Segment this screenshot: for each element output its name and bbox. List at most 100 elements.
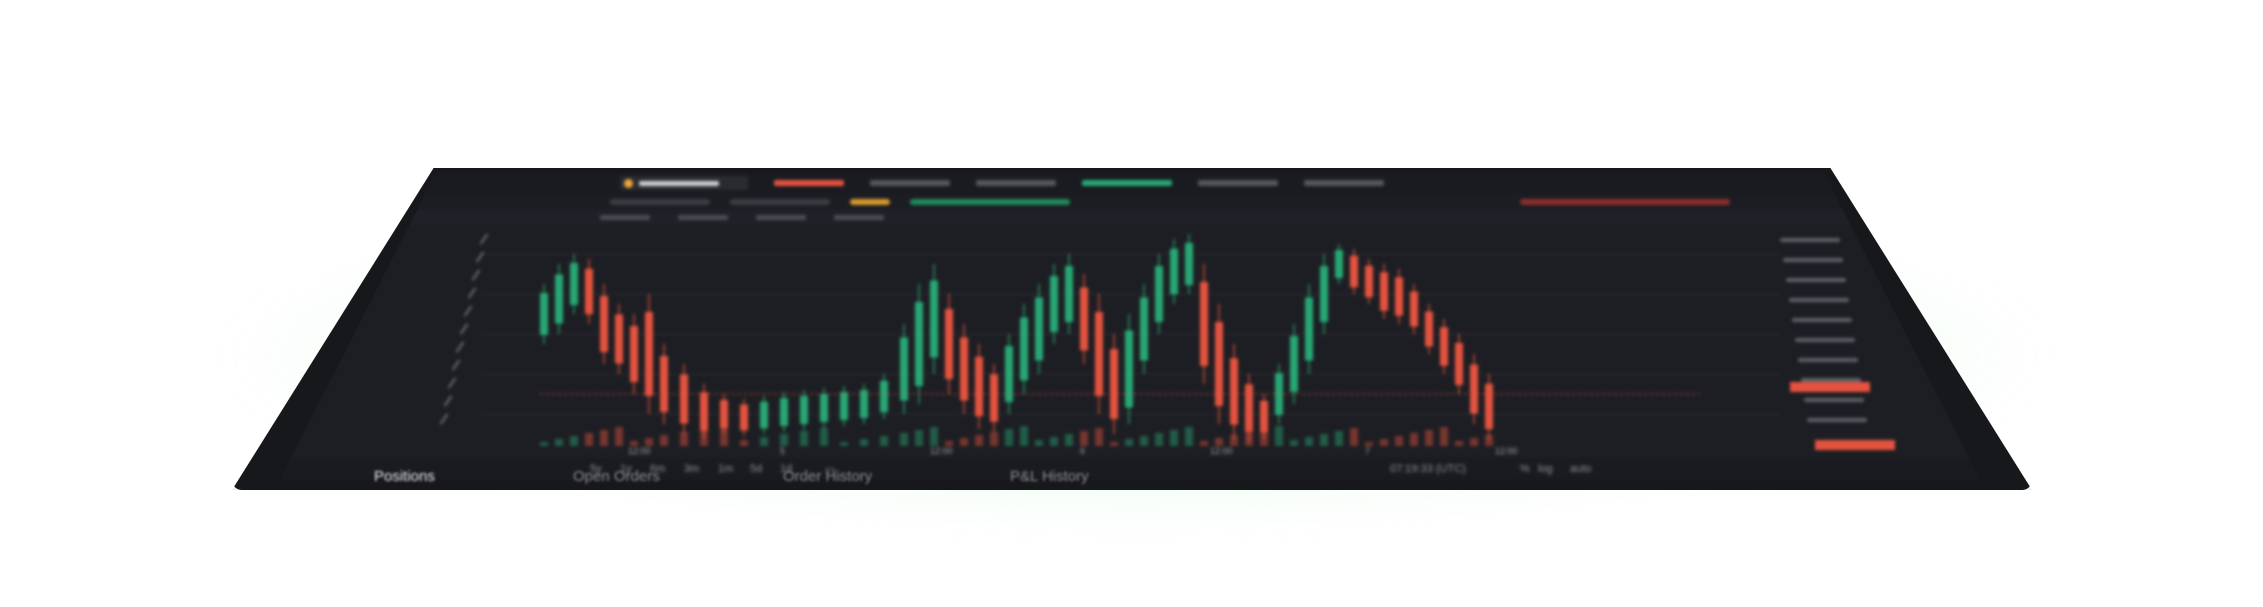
price-tick: [1789, 298, 1849, 302]
interval-button[interactable]: [600, 214, 650, 220]
candle-body: [1290, 336, 1298, 392]
time-tick: 6: [1080, 446, 1086, 456]
stat-high: [976, 180, 1056, 186]
volume-bar: [645, 438, 653, 446]
last-price-tag: [1790, 382, 1870, 392]
crosshair-icon[interactable]: [479, 233, 489, 245]
candle-body: [570, 263, 578, 305]
candle-body: [1215, 322, 1223, 406]
candle-body: [700, 392, 708, 431]
volume-bar: [800, 431, 808, 446]
templates-button[interactable]: [834, 214, 884, 220]
time-tick: 12:00: [930, 446, 953, 456]
tab-order-history[interactable]: Order History: [783, 468, 872, 485]
candle-body: [1485, 383, 1493, 430]
candle-body: [900, 337, 908, 401]
candle-body: [880, 380, 888, 413]
candle-body: [1080, 287, 1088, 351]
price-tick: [1792, 318, 1852, 322]
volume-bar: [1020, 426, 1028, 446]
candle-body: [930, 280, 938, 358]
text-icon[interactable]: [463, 305, 473, 317]
zoom-icon[interactable]: [451, 359, 461, 371]
stat-turnover: [1304, 180, 1384, 186]
volume-bar: [1125, 439, 1133, 446]
brush-icon[interactable]: [467, 287, 477, 299]
candle-body: [720, 400, 728, 428]
tab-open-orders[interactable]: Open Orders: [573, 468, 660, 485]
volume-bar: [1215, 438, 1223, 446]
stat-low: [1082, 180, 1172, 186]
candle-body: [1170, 248, 1178, 295]
pair-selector[interactable]: [620, 176, 748, 190]
tab-depth[interactable]: [730, 199, 830, 205]
price-tick: [1804, 398, 1864, 402]
volume-bar: [600, 430, 608, 446]
candle-body: [1305, 297, 1313, 361]
candle-body: [1230, 358, 1238, 425]
volume-bar: [1440, 427, 1448, 446]
candle-body: [1095, 312, 1103, 396]
volume-bar: [960, 438, 968, 446]
candle-body: [585, 268, 593, 315]
volume-bar: [1050, 437, 1058, 446]
candle-body: [1260, 400, 1268, 433]
chart-subheader: [280, 194, 1980, 210]
candle-body: [1155, 266, 1163, 322]
trendline-icon[interactable]: [475, 251, 485, 263]
volume-bar: [900, 433, 908, 446]
bottom-tabs: Positions Open Orders Order History P&L …: [0, 468, 2263, 492]
trash-icon[interactable]: [439, 413, 449, 425]
ask-bar: [1520, 199, 1730, 205]
price-tick: [1807, 418, 1867, 422]
candle-body: [1335, 250, 1343, 278]
candle-body: [555, 274, 563, 324]
candle-body: [975, 356, 983, 417]
measure-icon[interactable]: [455, 341, 465, 353]
volume-bar: [1350, 428, 1358, 446]
volume-bar: [880, 436, 888, 446]
stat-volume: [1198, 180, 1278, 186]
candle-body: [1140, 297, 1148, 361]
candle-body: [1110, 349, 1118, 419]
time-tick: 12:00: [1210, 446, 1233, 456]
pair-label: [639, 180, 719, 186]
volume-bar: [820, 428, 828, 446]
price-tick: [1780, 238, 1840, 242]
pattern-icon[interactable]: [459, 323, 469, 335]
volume-bar: [1305, 437, 1313, 446]
candle-body: [680, 374, 688, 424]
volume-bar: [1080, 431, 1088, 446]
candle-body: [1020, 317, 1028, 381]
volume-bar: [660, 435, 668, 446]
time-tick: 5: [780, 446, 786, 456]
volume-bar: [1410, 433, 1418, 446]
candle-body: [1185, 243, 1193, 285]
candle-body: [780, 398, 788, 426]
fib-icon[interactable]: [471, 269, 481, 281]
volume-bar: [1155, 433, 1163, 446]
tab-positions[interactable]: Positions: [374, 468, 435, 485]
bid-bar: [910, 199, 1070, 205]
candle-type-button[interactable]: [678, 214, 728, 220]
tab-pnl-history[interactable]: P&L History: [1010, 468, 1089, 485]
tab-chart[interactable]: [610, 199, 710, 205]
market-header: [280, 172, 1980, 194]
indicators-button[interactable]: [756, 214, 806, 220]
price-axis: [1720, 228, 1895, 450]
lock-icon[interactable]: [443, 395, 453, 407]
candle-body: [600, 296, 608, 352]
time-tick: 7: [1365, 446, 1371, 456]
volume-bar: [1395, 436, 1403, 446]
candle-body: [1125, 330, 1133, 408]
magnet-icon[interactable]: [447, 377, 457, 389]
price-tick: [1798, 358, 1858, 362]
price-tick: [1783, 258, 1843, 262]
candle-body: [660, 356, 668, 412]
volume-bar: [930, 427, 938, 446]
stat-change: [870, 180, 950, 186]
candle-body: [990, 374, 998, 422]
volume-bar: [555, 439, 563, 446]
candle-body: [615, 314, 623, 364]
volume-bar: [1380, 439, 1388, 446]
